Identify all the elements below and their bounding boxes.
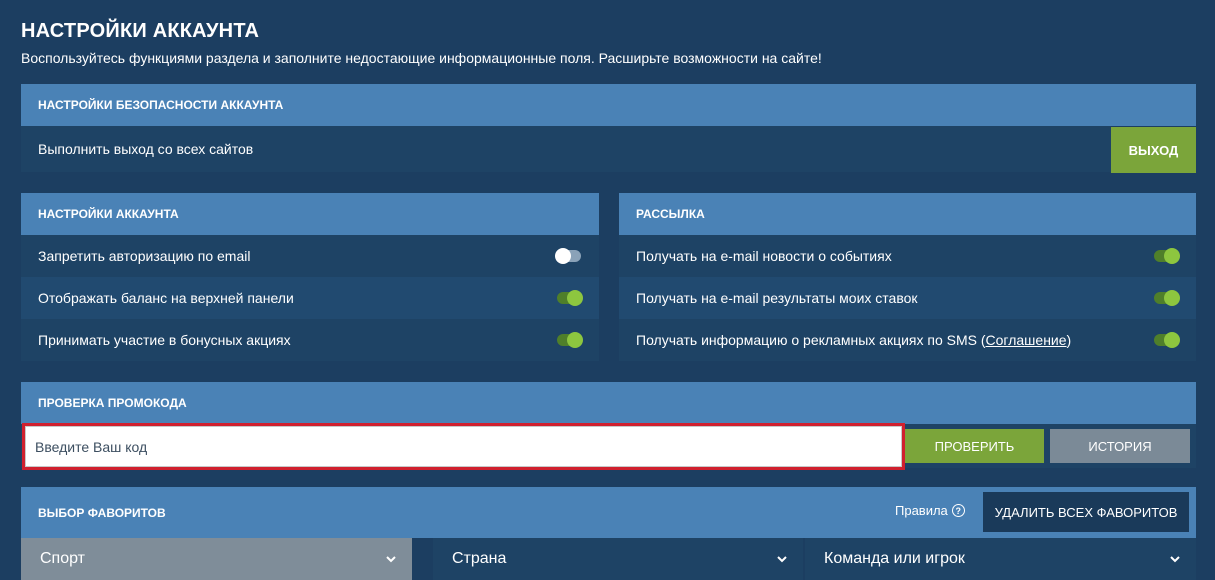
toggle-knob [1164,248,1180,264]
toggle-news[interactable] [1154,248,1180,264]
chevron-down-icon [386,556,396,563]
toggle-knob [1164,290,1180,306]
mailing-label: Получать на e-mail результаты моих ставо… [636,290,918,306]
promo-header: ПРОВЕРКА ПРОМОКОДА [21,382,1196,424]
sport-select[interactable]: Спорт [21,538,412,580]
chevron-down-icon [777,556,787,563]
promo-code-input[interactable] [25,426,902,467]
toggle-sms[interactable] [1154,332,1180,348]
logout-all-label: Выполнить выход со всех сайтов [38,141,254,157]
chevron-down-icon [1170,556,1180,563]
delete-all-favorites-button[interactable]: УДАЛИТЬ ВСЕХ ФАВОРИТОВ [983,492,1189,532]
toggle-bonus[interactable] [557,332,583,348]
toggle-results[interactable] [1154,290,1180,306]
page-subtitle: Воспользуйтесь функциями раздела и запол… [21,50,822,66]
mailing-header: РАССЫЛКА [619,193,1196,235]
team-player-select-value: Команда или игрок [824,550,965,567]
setting-label: Принимать участие в бонусных акциях [38,332,291,348]
mailing-label: Получать на e-mail новости о событиях [636,248,892,264]
page-title: НАСТРОЙКИ АККАУНТА [21,20,260,42]
toggle-knob [567,332,583,348]
mailing-label-suffix: ) [1066,332,1072,348]
account-settings-header: НАСТРОЙКИ АККАУНТА [21,193,599,235]
rules-label: Правила [895,503,948,518]
mailing-row-news: Получать на e-mail новости о событиях [619,235,1196,277]
mailing-row-sms: Получать информацию о рекламных акциях п… [619,319,1196,361]
security-header: НАСТРОЙКИ БЕЗОПАСНОСТИ АККАУНТА [21,84,1196,126]
agreement-link[interactable]: Соглашение [986,332,1067,348]
rules-link[interactable]: Правила ? [895,503,965,518]
sport-select-value: Спорт [40,550,85,567]
mailing-label: Получать информацию о рекламных акциях п… [636,332,986,348]
help-icon: ? [951,504,965,517]
toggle-email-auth[interactable] [555,248,581,264]
setting-row-bonus: Принимать участие в бонусных акциях [21,319,599,361]
favorites-title: ВЫБОР ФАВОРИТОВ [38,505,166,520]
promo-input-wrap [22,423,905,470]
setting-row-balance: Отображать баланс на верхней панели [21,277,599,319]
logout-all-row: Выполнить выход со всех сайтов [21,126,1111,172]
toggle-knob [555,248,571,264]
setting-label: Запретить авторизацию по email [38,248,251,264]
toggle-show-balance[interactable] [557,290,583,306]
mailing-row-results: Получать на e-mail результаты моих ставо… [619,277,1196,319]
check-promo-button[interactable]: ПРОВЕРИТЬ [905,429,1044,463]
setting-row-email-auth: Запретить авторизацию по email [21,235,599,277]
country-select-value: Страна [452,550,507,567]
setting-label: Отображать баланс на верхней панели [38,290,294,306]
logout-button[interactable]: ВЫХОД [1111,127,1196,173]
country-select[interactable]: Страна [433,538,803,580]
toggle-knob [567,290,583,306]
team-player-select[interactable]: Команда или игрок [805,538,1196,580]
toggle-knob [1164,332,1180,348]
history-button[interactable]: ИСТОРИЯ [1050,429,1190,463]
